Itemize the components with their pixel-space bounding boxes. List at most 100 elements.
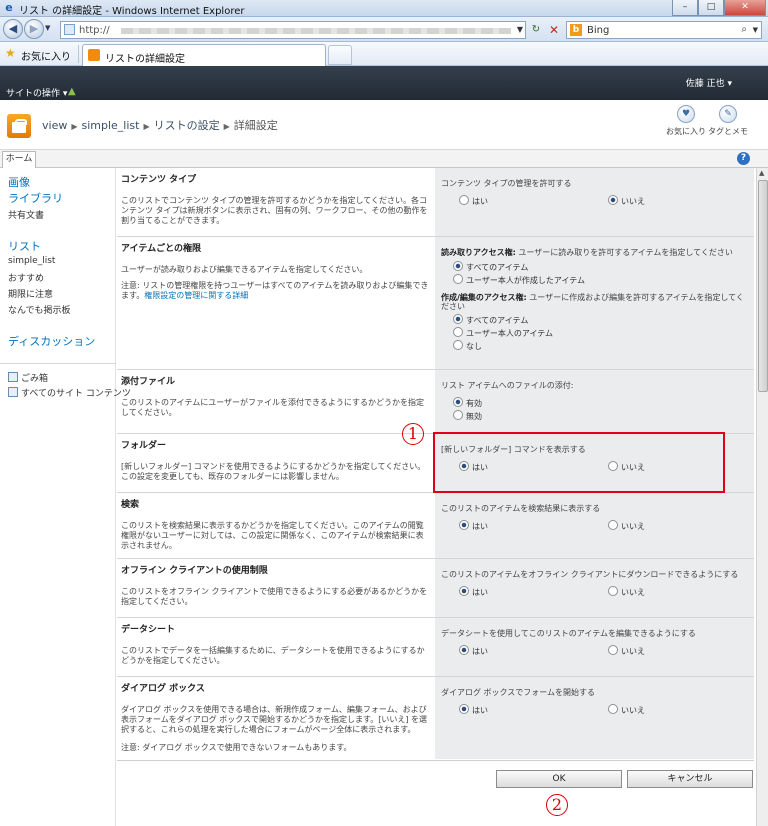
field-label: コンテンツ タイプの管理を許可する: [441, 179, 572, 188]
quick-launch: 画像 ライブラリ 共有文書 リスト simple_list おすすめ 期限に注意…: [0, 168, 131, 826]
section-note: 注意: ダイアログ ボックスで使用できないフォームもあります。: [121, 743, 352, 752]
scroll-up-icon[interactable]: ▲: [759, 169, 764, 177]
section-controls: [新しいフォルダー] コマンドを表示する はい いいえ: [435, 434, 754, 492]
annotation-marker-1: 1: [402, 423, 424, 445]
attachments-disabled-radio[interactable]: 無効: [453, 410, 760, 423]
scrollbar-thumb[interactable]: [758, 180, 768, 392]
search-input[interactable]: b Bing ⌕ ▼: [566, 21, 762, 39]
section-title: フォルダー: [121, 441, 167, 451]
folder-yes-radio[interactable]: はい: [459, 461, 488, 473]
breadcrumb-view[interactable]: view: [42, 119, 67, 132]
site-actions-menu[interactable]: サイトの操作 ▾: [6, 86, 67, 99]
window-controls: – □ ✕: [672, 0, 766, 16]
user-menu[interactable]: 佐藤 正也 ▾: [686, 76, 732, 89]
site-content-icon: [8, 387, 18, 397]
section-text: このリストをオフライン クライアントで使用できるようにする必要があるかどうかを指…: [121, 587, 428, 606]
nav-recommend[interactable]: おすすめ: [8, 271, 44, 284]
offline-no-radio[interactable]: いいえ: [608, 586, 645, 598]
browser-tab-title: リストの詳細設定: [105, 54, 185, 65]
i-like-it-label: お気に入り: [666, 127, 706, 136]
section-title: コンテンツ タイプ: [121, 175, 197, 185]
nav-deadline[interactable]: 期限に注意: [8, 287, 53, 300]
section-text: このリストでコンテンツ タイプの管理を許可するかどうかを指定してください。各コン…: [121, 196, 428, 225]
attachments-radios: 有効 無効: [441, 397, 748, 423]
dialog-yes-radio[interactable]: はい: [459, 704, 488, 716]
read-all-items-radio[interactable]: すべてのアイテム: [453, 261, 760, 274]
section-description: オフライン クライアントの使用制限 このリストをオフライン クライアントで使用で…: [117, 559, 434, 617]
folder-no-radio[interactable]: いいえ: [608, 461, 645, 473]
section-note: 注意: リストの管理権限を持つユーザーはすべてのアイテムを読み取りおよび編集でき…: [121, 281, 430, 301]
back-button[interactable]: ◀: [3, 19, 23, 39]
section-title: オフライン クライアントの使用制限: [121, 566, 268, 576]
nav-discussions[interactable]: ディスカッション: [8, 333, 95, 349]
nav-simple-list[interactable]: simple_list: [8, 256, 55, 266]
nav-recycle-bin[interactable]: ごみ箱: [8, 371, 48, 384]
close-button[interactable]: ✕: [724, 0, 766, 16]
cancel-button[interactable]: キャンセル: [627, 770, 753, 788]
breadcrumb-simple-list[interactable]: simple_list: [82, 119, 140, 132]
refresh-icon[interactable]: ↻: [528, 22, 544, 38]
search-dropdown-icon[interactable]: ▼: [753, 26, 758, 34]
new-tab-button[interactable]: [328, 45, 352, 65]
address-input[interactable]: http:// ▼: [60, 21, 526, 39]
ok-button[interactable]: OK: [496, 770, 622, 788]
search-yes-radio[interactable]: はい: [459, 520, 488, 532]
recycle-bin-icon: [8, 372, 18, 382]
nav-board[interactable]: なんでも掲示板: [8, 303, 71, 316]
nav-lists[interactable]: リスト: [8, 238, 41, 254]
minimize-button[interactable]: –: [672, 0, 698, 16]
edit-none-radio[interactable]: なし: [453, 340, 760, 353]
nav-all-site-content[interactable]: すべてのサイト コンテンツ: [8, 386, 131, 399]
i-like-it-button[interactable]: ♥ お気に入り: [666, 105, 706, 137]
section-datasheet: データシート このリストでデータを一括編集するために、データシートを使用できるよ…: [117, 618, 754, 677]
tags-notes-button[interactable]: ✎ タグとメモ: [708, 105, 748, 137]
datasheet-no-radio[interactable]: いいえ: [608, 645, 645, 657]
history-dropdown-icon[interactable]: ▼: [45, 24, 50, 32]
nav-divider: [0, 363, 116, 364]
content-type-yes-radio[interactable]: はい: [459, 195, 488, 207]
edit-access-radios: すべてのアイテム ユーザー本人のアイテム なし: [441, 314, 748, 353]
bing-icon: b: [570, 24, 582, 36]
content-type-no-radio[interactable]: いいえ: [608, 195, 645, 207]
nav-shared-documents[interactable]: 共有文書: [8, 208, 44, 221]
vertical-scrollbar[interactable]: ▲: [756, 168, 768, 826]
radio-group: はい いいえ: [441, 461, 748, 474]
favorites-button[interactable]: お気に入り: [21, 48, 71, 63]
maximize-button[interactable]: □: [698, 0, 724, 16]
search-icon[interactable]: ⌕: [741, 24, 747, 35]
browser-tab[interactable]: リストの詳細設定: [82, 44, 326, 66]
edit-all-items-radio[interactable]: すべてのアイテム: [453, 314, 760, 327]
favorites-bar: ★ お気に入り リストの詳細設定: [0, 42, 768, 66]
section-title: 検索: [121, 500, 140, 510]
navigate-up-icon[interactable]: ▲: [68, 86, 76, 97]
read-own-items-radio[interactable]: ユーザー本人が作成したアイテム: [453, 274, 760, 287]
section-title: データシート: [121, 625, 176, 635]
section-content-type: コンテンツ タイプ このリストでコンテンツ タイプの管理を許可するかどうかを指定…: [117, 168, 754, 237]
dialog-no-radio[interactable]: いいえ: [608, 704, 645, 716]
breadcrumb-separator-icon: ▶: [223, 122, 230, 131]
nav-libraries[interactable]: ライブラリ: [8, 190, 63, 206]
forward-button[interactable]: ▶: [24, 19, 44, 39]
field-label: ダイアログ ボックスでフォームを開始する: [441, 688, 596, 697]
breadcrumb-list-settings[interactable]: リストの設定: [154, 119, 220, 132]
favorites-separator: [78, 45, 79, 63]
tab-home[interactable]: ホーム: [2, 151, 36, 168]
nav-images[interactable]: 画像: [8, 174, 30, 190]
annotation-marker-2: 2: [546, 794, 568, 816]
edit-access-label: 作成/編集のアクセス権: ユーザーに作成および編集を許可するアイテムを指定してく…: [441, 293, 748, 311]
attachments-enabled-radio[interactable]: 有効: [453, 397, 760, 410]
offline-yes-radio[interactable]: はい: [459, 586, 488, 598]
section-description: 検索 このリストを検索結果に表示するかどうかを指定してください。このアイテムの閲…: [117, 493, 434, 558]
read-access-label-bold: 読み取りアクセス権:: [441, 248, 516, 257]
stop-icon[interactable]: ✕: [546, 22, 562, 38]
edit-own-items-radio[interactable]: ユーザー本人のアイテム: [453, 327, 760, 340]
section-controls: このリストのアイテムを検索結果に表示する はい いいえ: [435, 493, 754, 558]
section-description: データシート このリストでデータを一括編集するために、データシートを使用できるよ…: [117, 618, 434, 676]
datasheet-yes-radio[interactable]: はい: [459, 645, 488, 657]
search-no-radio[interactable]: いいえ: [608, 520, 645, 532]
favorites-star-icon[interactable]: ★: [5, 46, 16, 60]
address-dropdown-icon[interactable]: ▼: [517, 25, 523, 34]
form-bottom-divider: [117, 760, 754, 761]
help-icon[interactable]: ?: [737, 152, 750, 165]
permissions-help-link[interactable]: 権限設定の管理に関する詳細: [144, 291, 248, 300]
